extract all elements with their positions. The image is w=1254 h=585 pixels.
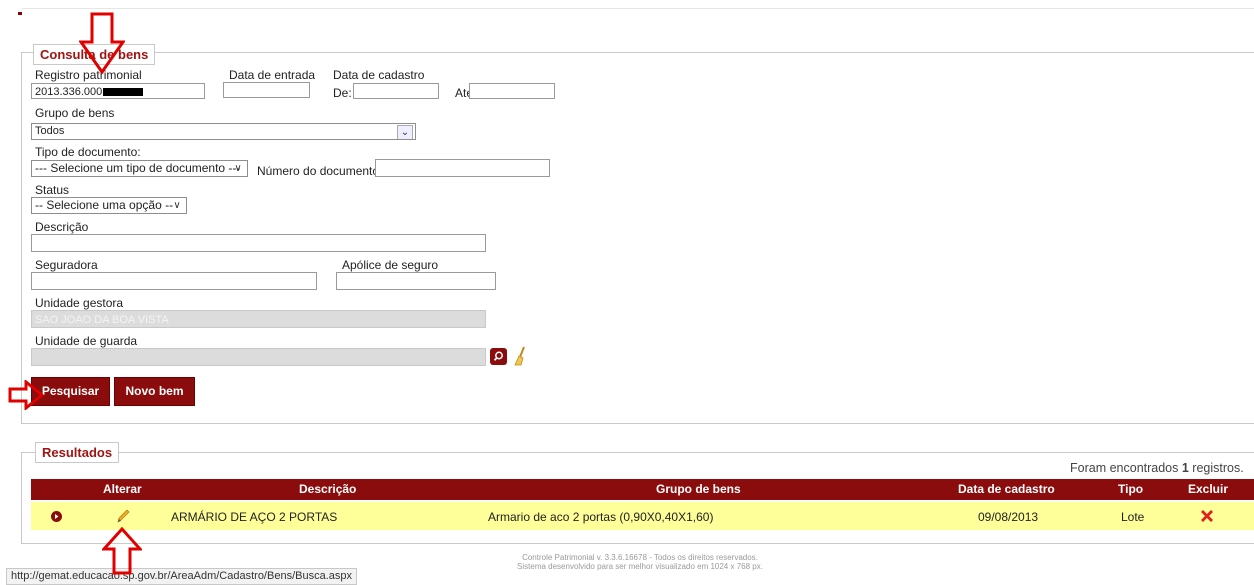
registro-value: 2013.336.000 bbox=[35, 86, 103, 98]
col-descricao: Descrição bbox=[299, 482, 357, 496]
data-cadastro-ate-input[interactable] bbox=[469, 83, 555, 99]
col-alterar: Alterar bbox=[103, 482, 142, 496]
expand-icon[interactable] bbox=[51, 511, 62, 522]
data-cadastro-label: Data de cadastro bbox=[333, 68, 425, 82]
status-bar-url: http://gemat.educacao.sp.gov.br/AreaAdm/… bbox=[6, 568, 357, 585]
chevron-down-icon: ⌄ bbox=[397, 125, 413, 139]
status-select-value: -- Selecione uma opção -- bbox=[35, 198, 174, 212]
seguradora-label: Seguradora bbox=[35, 258, 98, 272]
annotation-arrow-up-icon bbox=[102, 527, 142, 575]
results-count-suffix: registros. bbox=[1188, 461, 1244, 475]
footer-line2: Sistema desenvolvido para ser melhor vis… bbox=[517, 562, 763, 571]
unidade-gestora-input: SAO JOAO DA BOA VISTA bbox=[31, 310, 486, 328]
data-entrada-input[interactable] bbox=[223, 82, 310, 98]
descricao-label: Descrição bbox=[35, 220, 89, 234]
numero-doc-label: Número do documento: bbox=[257, 164, 383, 178]
apolice-input[interactable] bbox=[336, 272, 496, 290]
results-header: Alterar Descrição Grupo de bens Data de … bbox=[31, 479, 1254, 500]
novo-bem-button[interactable]: Novo bem bbox=[114, 377, 195, 406]
table-row: ARMÁRIO DE AÇO 2 PORTAS Armario de aco 2… bbox=[31, 502, 1254, 530]
row-tipo: Lote bbox=[1121, 510, 1145, 524]
delete-icon[interactable] bbox=[1199, 508, 1215, 524]
search-icon[interactable] bbox=[490, 348, 507, 365]
grupo-select-value: Todos bbox=[35, 125, 65, 137]
tipo-doc-label: Tipo de documento: bbox=[35, 145, 141, 159]
col-grupo: Grupo de bens bbox=[656, 482, 741, 496]
numero-doc-input[interactable] bbox=[375, 159, 550, 177]
status-select[interactable]: -- Selecione uma opção -- ∨ bbox=[31, 197, 187, 214]
annotation-arrow-right-icon bbox=[8, 380, 44, 410]
results-count-prefix: Foram encontrados bbox=[1070, 461, 1182, 475]
apolice-label: Apólice de seguro bbox=[342, 258, 439, 272]
col-tipo: Tipo bbox=[1118, 482, 1144, 496]
chevron-down-icon: ∨ bbox=[173, 200, 181, 211]
footer: Controle Patrimonial v. 3.3.6.16678 - To… bbox=[440, 553, 840, 571]
col-data: Data de cadastro bbox=[958, 482, 1055, 496]
unidade-guarda-label: Unidade de guarda bbox=[35, 334, 138, 348]
registro-input[interactable]: 2013.336.000 bbox=[31, 83, 205, 99]
grupo-label: Grupo de bens bbox=[35, 106, 115, 120]
row-data: 09/08/2013 bbox=[978, 510, 1039, 524]
row-grupo: Armario de aco 2 portas (0,90X0,40X1,60) bbox=[488, 510, 714, 524]
status-label: Status bbox=[35, 183, 70, 197]
seguradora-input[interactable] bbox=[31, 272, 317, 290]
unidade-gestora-label: Unidade gestora bbox=[35, 296, 124, 310]
de-label: De: bbox=[333, 86, 352, 100]
pencil-icon[interactable] bbox=[115, 507, 131, 525]
broom-icon[interactable] bbox=[512, 345, 528, 367]
row-descricao: ARMÁRIO DE AÇO 2 PORTAS bbox=[171, 510, 338, 524]
results-legend: Resultados bbox=[35, 442, 120, 463]
tipo-doc-select-value: --- Selecione um tipo de documento --- bbox=[35, 161, 241, 175]
data-entrada-label: Data de entrada bbox=[229, 68, 316, 82]
results-count: Foram encontrados 1 registros. bbox=[1070, 461, 1244, 475]
descricao-input[interactable] bbox=[31, 234, 486, 252]
top-divider bbox=[22, 8, 1254, 9]
data-cadastro-de-input[interactable] bbox=[353, 83, 439, 99]
tipo-doc-select[interactable]: --- Selecione um tipo de documento --- ∨ bbox=[31, 160, 248, 177]
chevron-down-icon: ∨ bbox=[234, 163, 242, 174]
grupo-select[interactable]: Todos ⌄ bbox=[31, 123, 416, 140]
top-accent bbox=[18, 12, 22, 15]
unidade-guarda-input bbox=[31, 348, 486, 366]
results-count-number: 1 bbox=[1181, 461, 1189, 475]
annotation-arrow-down-icon bbox=[79, 12, 125, 74]
col-excluir: Excluir bbox=[1188, 482, 1229, 496]
redacted-block bbox=[103, 88, 144, 97]
footer-line1: Controle Patrimonial v. 3.3.6.16678 - To… bbox=[522, 553, 758, 562]
